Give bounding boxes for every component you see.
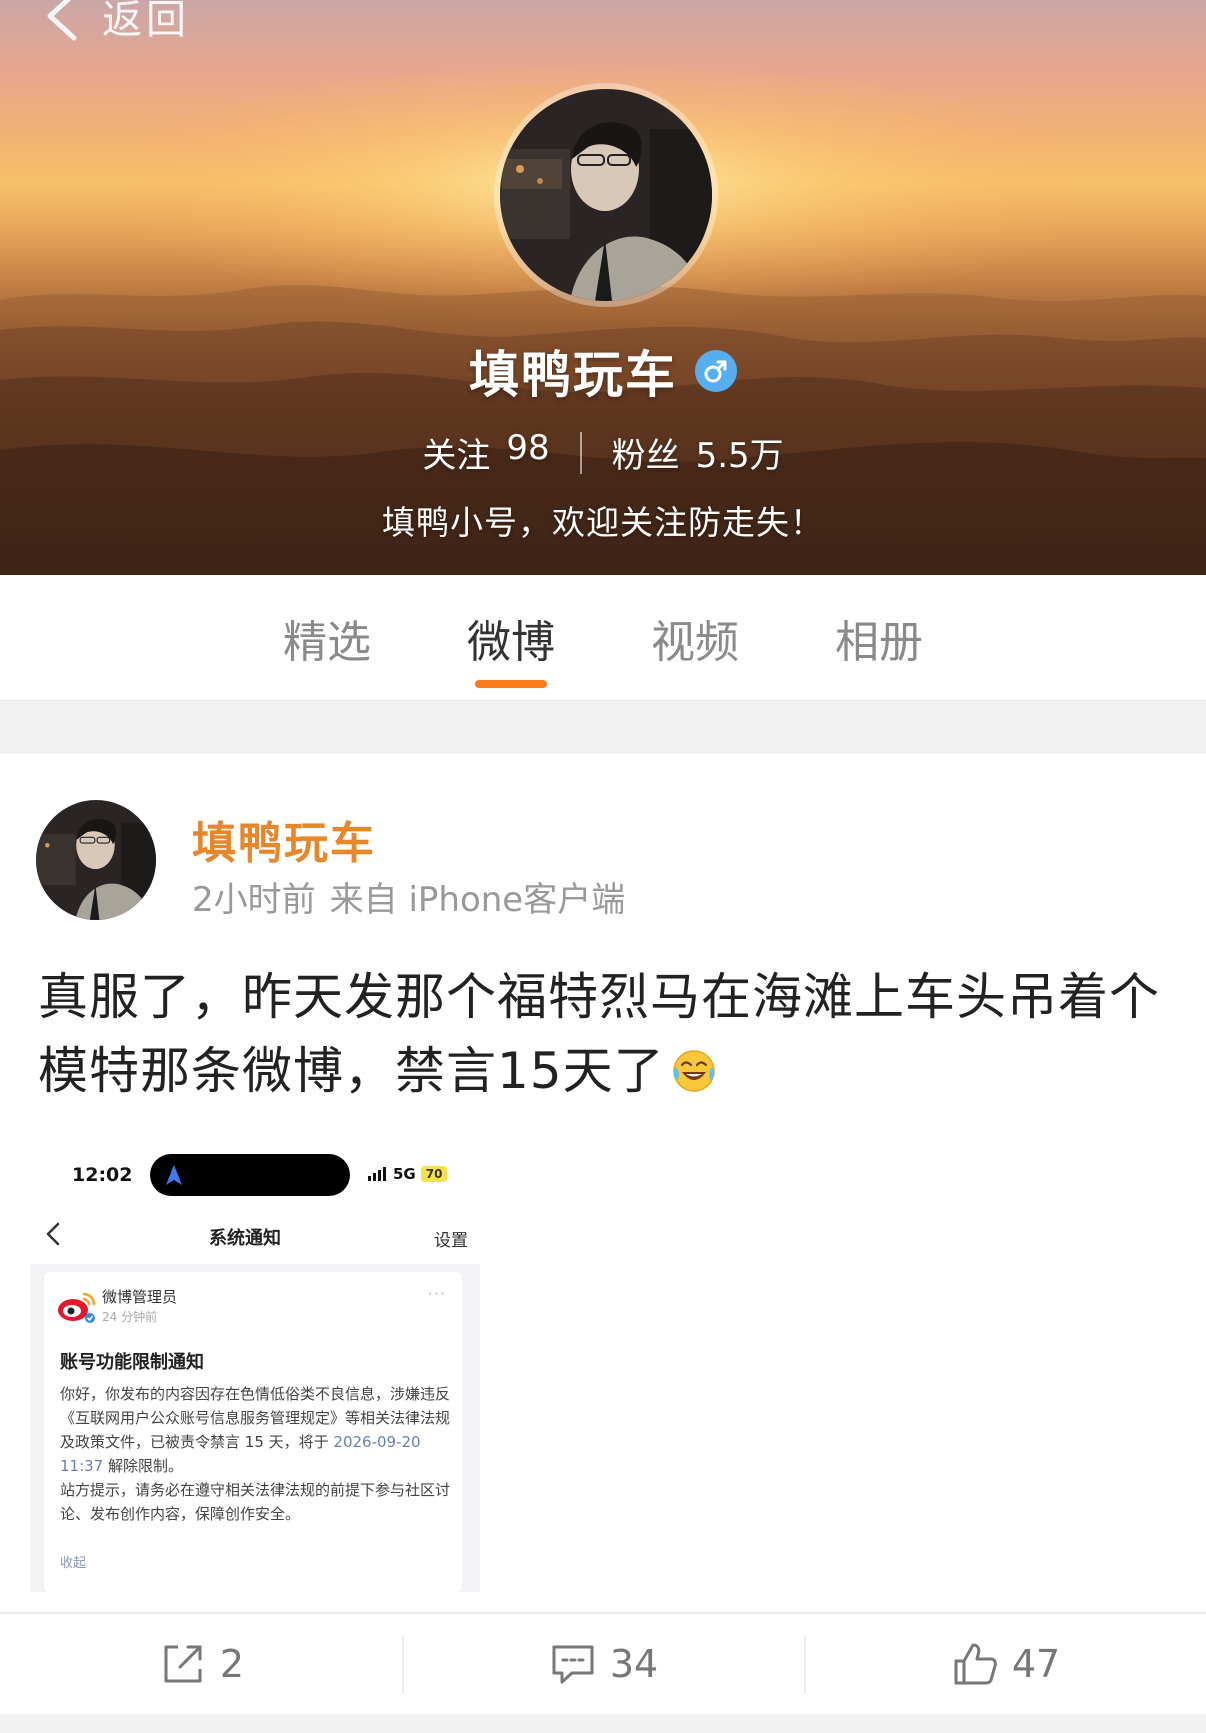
image-network-status: 5G 70: [368, 1165, 448, 1183]
chevron-left-icon: [47, 0, 77, 41]
tab-featured[interactable]: 精选: [275, 575, 379, 700]
like-count: 47: [1011, 1642, 1061, 1686]
back-button[interactable]: 返回: [40, 0, 190, 46]
post-text: 真服了，昨天发那个福特烈马在海滩上车头吊着个模特那条微博，禁言15天了: [38, 960, 1178, 1108]
notice-collapse-link: 收起: [60, 1556, 87, 1571]
repost-icon: [164, 1645, 202, 1683]
fans-label: 粉丝: [611, 436, 680, 476]
post-author-avatar[interactable]: [36, 800, 156, 920]
active-tab-indicator: [475, 680, 547, 688]
network-type: 5G: [393, 1165, 416, 1183]
post-meta: 2小时前 来自 iPhone客户端: [192, 872, 625, 921]
profile-tabs: 精选 微博 视频 相册: [0, 575, 1206, 700]
image-status-bar: 12:02 5G 70: [30, 1140, 480, 1206]
tab-weibo[interactable]: 微博: [459, 575, 563, 700]
tab-album[interactable]: 相册: [827, 575, 931, 700]
thumbs-up-icon: [954, 1643, 997, 1685]
like-button[interactable]: 47: [804, 1614, 1206, 1714]
profile-avatar[interactable]: [494, 83, 718, 307]
laughing-tears-emoji-icon: [672, 1050, 715, 1092]
fans-stat[interactable]: 粉丝 5.5万: [612, 428, 784, 477]
repost-button[interactable]: 2: [0, 1614, 402, 1714]
post-body: 真服了，昨天发那个福特烈马在海滩上车头吊着个模特那条微博，禁言15天了: [38, 968, 1160, 1100]
comment-count: 34: [609, 1642, 659, 1686]
image-nav-bar: 系统通知 设置: [30, 1206, 480, 1264]
notice-sender: 微博管理员: [102, 1288, 178, 1306]
repost-count: 2: [219, 1642, 245, 1686]
fans-count: 5.5万: [695, 436, 784, 476]
profile-nickname: 填鸭玩车: [469, 346, 677, 404]
more-options-icon: ···: [427, 1284, 446, 1303]
bottom-gap: [0, 1714, 1206, 1733]
post-time: 2小时前: [192, 880, 316, 920]
tab-label: 精选: [283, 616, 371, 668]
avatar-photo: [500, 89, 712, 301]
dynamic-island: [150, 1154, 350, 1196]
notice-body: 你好，你发布的内容因存在色情低俗类不良信息，涉嫌违反《互联网用户公众账号信息服务…: [60, 1382, 452, 1526]
tab-label: 视频: [651, 616, 739, 668]
notice-tip-text: 站方提示，请务必在遵守相关法律法规的前提下参与社区讨论、发布创作内容，保障创作安…: [60, 1481, 451, 1523]
post-action-bar: 2 34 47: [0, 1612, 1206, 1714]
notice-title: 账号功能限制通知: [60, 1352, 204, 1373]
follow-count: 98: [506, 428, 550, 468]
post-image[interactable]: 12:02 5G 70 系统通知 设置 微博管理员 24 分钟前 ··· 账号功…: [30, 1140, 480, 1592]
profile-bio: 填鸭小号，欢迎关注防走失！: [382, 503, 824, 542]
comment-button[interactable]: 34: [402, 1614, 804, 1714]
avatar-photo: [36, 800, 156, 920]
image-settings-label: 设置: [434, 1231, 468, 1251]
post-source: 来自 iPhone客户端: [329, 880, 626, 920]
tab-video[interactable]: 视频: [643, 575, 747, 700]
follow-stat[interactable]: 关注 98: [422, 428, 549, 477]
tab-label: 微博: [467, 616, 555, 668]
notice-card: 微博管理员 24 分钟前 ··· 账号功能限制通知 你好，你发布的内容因存在色情…: [44, 1272, 462, 1592]
navigation-arrow-icon: [166, 1165, 182, 1185]
weibo-logo-icon: [58, 1292, 96, 1323]
image-clock: 12:02: [72, 1164, 133, 1186]
signal-icon: [368, 1167, 386, 1181]
male-gender-icon: [695, 350, 737, 392]
stats-divider: [579, 431, 582, 474]
follow-label: 关注: [422, 436, 491, 476]
comment-icon: [552, 1645, 594, 1684]
notice-time: 24 分钟前: [102, 1310, 158, 1324]
tab-label: 相册: [835, 616, 923, 668]
image-nav-title: 系统通知: [209, 1228, 281, 1249]
profile-stats: 关注 98 粉丝 5.5万: [0, 428, 1206, 477]
section-gap: [0, 700, 1206, 754]
battery-level: 70: [420, 1166, 448, 1182]
notice-body-text: 解除限制。: [103, 1457, 184, 1475]
back-label: 返回: [102, 0, 190, 43]
post-author-name[interactable]: 填鸭玩车: [192, 807, 376, 871]
